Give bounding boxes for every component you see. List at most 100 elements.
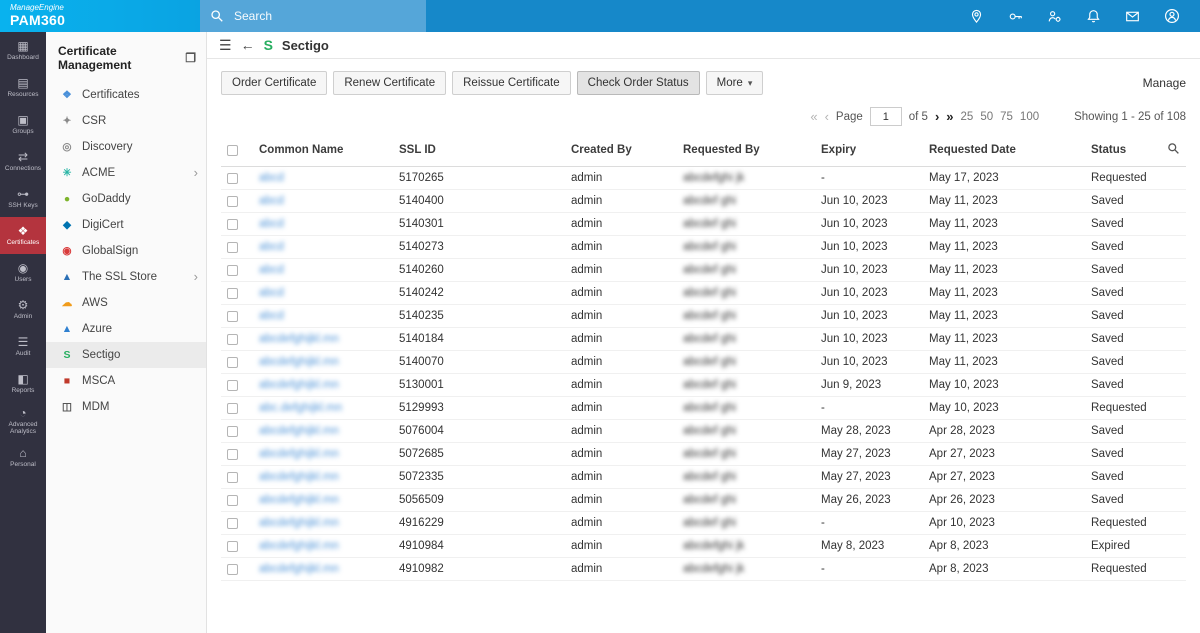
key-icon[interactable] <box>1008 9 1023 24</box>
sidebar-item-globalsign[interactable]: ◉GlobalSign <box>46 238 206 264</box>
sidebar-item-the-ssl-store[interactable]: ▲The SSL Store› <box>46 264 206 290</box>
common-name-link[interactable]: abcdefghijkl.mn <box>259 379 339 391</box>
row-checkbox[interactable] <box>227 311 238 322</box>
menu-toggle-icon[interactable]: ☰ <box>219 38 232 52</box>
csr-icon: ✦ <box>60 114 74 128</box>
common-name-link[interactable]: abcdefghijkl.mn <box>259 448 339 460</box>
common-name-link[interactable]: abcd <box>259 264 284 276</box>
select-all-checkbox[interactable] <box>227 145 238 156</box>
row-checkbox[interactable] <box>227 334 238 345</box>
rail-item-audit[interactable]: ☰Audit <box>0 328 46 365</box>
column-common-name[interactable]: Common Name <box>253 134 393 167</box>
common-name-link[interactable]: abc.defghijkl.mn <box>259 402 342 414</box>
row-checkbox[interactable] <box>227 196 238 207</box>
profile-icon[interactable] <box>1164 8 1180 24</box>
common-name-link[interactable]: abcd <box>259 195 284 207</box>
ssl-id-cell: 5140400 <box>393 190 565 213</box>
sidebar-item-mdm[interactable]: ◫MDM <box>46 394 206 420</box>
common-name-link[interactable]: abcd <box>259 287 284 299</box>
rail-item-users[interactable]: ◉Users <box>0 254 46 291</box>
first-page-icon[interactable]: « <box>810 111 817 123</box>
search-input[interactable] <box>232 8 416 24</box>
common-name-link[interactable]: abcd <box>259 218 284 230</box>
row-checkbox[interactable] <box>227 426 238 437</box>
column-ssl-id[interactable]: SSL ID <box>393 134 565 167</box>
common-name-link[interactable]: abcdefghijkl.mn <box>259 333 339 345</box>
rail-item-personal[interactable]: ⌂Personal <box>0 439 46 476</box>
row-checkbox[interactable] <box>227 357 238 368</box>
column-expiry[interactable]: Expiry <box>815 134 923 167</box>
row-checkbox[interactable] <box>227 495 238 506</box>
check-order-status-button[interactable]: Check Order Status <box>577 71 700 95</box>
popout-icon[interactable]: ❐ <box>185 51 196 65</box>
sidebar-item-acme[interactable]: ✳ACME› <box>46 160 206 186</box>
renew-certificate-button[interactable]: Renew Certificate <box>333 71 446 95</box>
row-checkbox[interactable] <box>227 219 238 230</box>
rail-item-certificates[interactable]: ❖Certificates <box>0 217 46 254</box>
page-size-100[interactable]: 100 <box>1020 111 1039 123</box>
prev-page-icon[interactable]: ‹ <box>825 111 829 123</box>
row-checkbox[interactable] <box>227 449 238 460</box>
bell-icon[interactable] <box>1086 9 1101 24</box>
common-name-link[interactable]: abcd <box>259 241 284 253</box>
next-page-icon[interactable]: › <box>935 111 939 123</box>
common-name-link[interactable]: abcdefghijkl.mn <box>259 471 339 483</box>
sidebar-item-discovery[interactable]: ◎Discovery <box>46 134 206 160</box>
manage-link[interactable]: Manage <box>1143 76 1186 90</box>
order-certificate-button[interactable]: Order Certificate <box>221 71 327 95</box>
row-checkbox[interactable] <box>227 173 238 184</box>
column-requested-by[interactable]: Requested By <box>677 134 815 167</box>
common-name-link[interactable]: abcd <box>259 172 284 184</box>
rail-item-groups[interactable]: ▣Groups <box>0 106 46 143</box>
sidebar-item-msca[interactable]: ■MSCA <box>46 368 206 394</box>
row-checkbox[interactable] <box>227 518 238 529</box>
row-checkbox[interactable] <box>227 242 238 253</box>
back-icon[interactable]: ← <box>241 38 255 52</box>
common-name-link[interactable]: abcdefghijkl.mn <box>259 517 339 529</box>
common-name-link[interactable]: abcdefghijkl.mn <box>259 356 339 368</box>
column-requested-date[interactable]: Requested Date <box>923 134 1085 167</box>
rail-item-connections[interactable]: ⇄Connections <box>0 143 46 180</box>
row-checkbox[interactable] <box>227 541 238 552</box>
location-icon[interactable] <box>969 9 984 24</box>
page-size-75[interactable]: 75 <box>1000 111 1013 123</box>
rail-item-resources[interactable]: ▤Resources <box>0 69 46 106</box>
sidebar-item-sectigo[interactable]: SSectigo <box>46 342 206 368</box>
rail-item-advanced-analytics[interactable]: ◔Advanced Analytics <box>0 402 46 439</box>
page-input[interactable] <box>870 107 902 126</box>
common-name-link[interactable]: abcdefghijkl.mn <box>259 494 339 506</box>
rail-item-admin[interactable]: ⚙Admin <box>0 291 46 328</box>
sidebar-item-certificates[interactable]: ❖Certificates <box>46 82 206 108</box>
row-checkbox[interactable] <box>227 380 238 391</box>
sidebar-item-aws[interactable]: ☁AWS <box>46 290 206 316</box>
sidebar-item-godaddy[interactable]: ●GoDaddy <box>46 186 206 212</box>
common-name-link[interactable]: abcdefghijkl.mn <box>259 563 339 575</box>
row-checkbox[interactable] <box>227 472 238 483</box>
user-admin-icon[interactable] <box>1047 9 1062 24</box>
ssl-id-cell: 5140242 <box>393 282 565 305</box>
column-status[interactable]: Status <box>1085 134 1150 167</box>
common-name-link[interactable]: abcdefghijkl.mn <box>259 540 339 552</box>
last-page-icon[interactable]: » <box>946 111 953 123</box>
table-search-icon[interactable] <box>1167 146 1180 158</box>
row-checkbox[interactable] <box>227 403 238 414</box>
rail-item-reports[interactable]: ◧Reports <box>0 365 46 402</box>
requested-date-cell: May 11, 2023 <box>923 305 1085 328</box>
sidebar-item-digicert[interactable]: ◆DigiCert <box>46 212 206 238</box>
global-search[interactable] <box>200 0 426 32</box>
common-name-link[interactable]: abcd <box>259 310 284 322</box>
reissue-certificate-button[interactable]: Reissue Certificate <box>452 71 571 95</box>
row-checkbox[interactable] <box>227 265 238 276</box>
rail-item-dashboard[interactable]: ▦Dashboard <box>0 32 46 69</box>
sidebar-item-azure[interactable]: ▲Azure <box>46 316 206 342</box>
page-size-50[interactable]: 50 <box>980 111 993 123</box>
common-name-link[interactable]: abcdefghijkl.mn <box>259 425 339 437</box>
more-button[interactable]: More▾ <box>706 71 764 95</box>
row-checkbox[interactable] <box>227 288 238 299</box>
row-checkbox[interactable] <box>227 564 238 575</box>
sidebar-item-csr[interactable]: ✦CSR <box>46 108 206 134</box>
rail-item-ssh-keys[interactable]: ⊶SSH Keys <box>0 180 46 217</box>
page-size-25[interactable]: 25 <box>961 111 974 123</box>
mail-icon[interactable] <box>1125 9 1140 24</box>
column-created-by[interactable]: Created By <box>565 134 677 167</box>
